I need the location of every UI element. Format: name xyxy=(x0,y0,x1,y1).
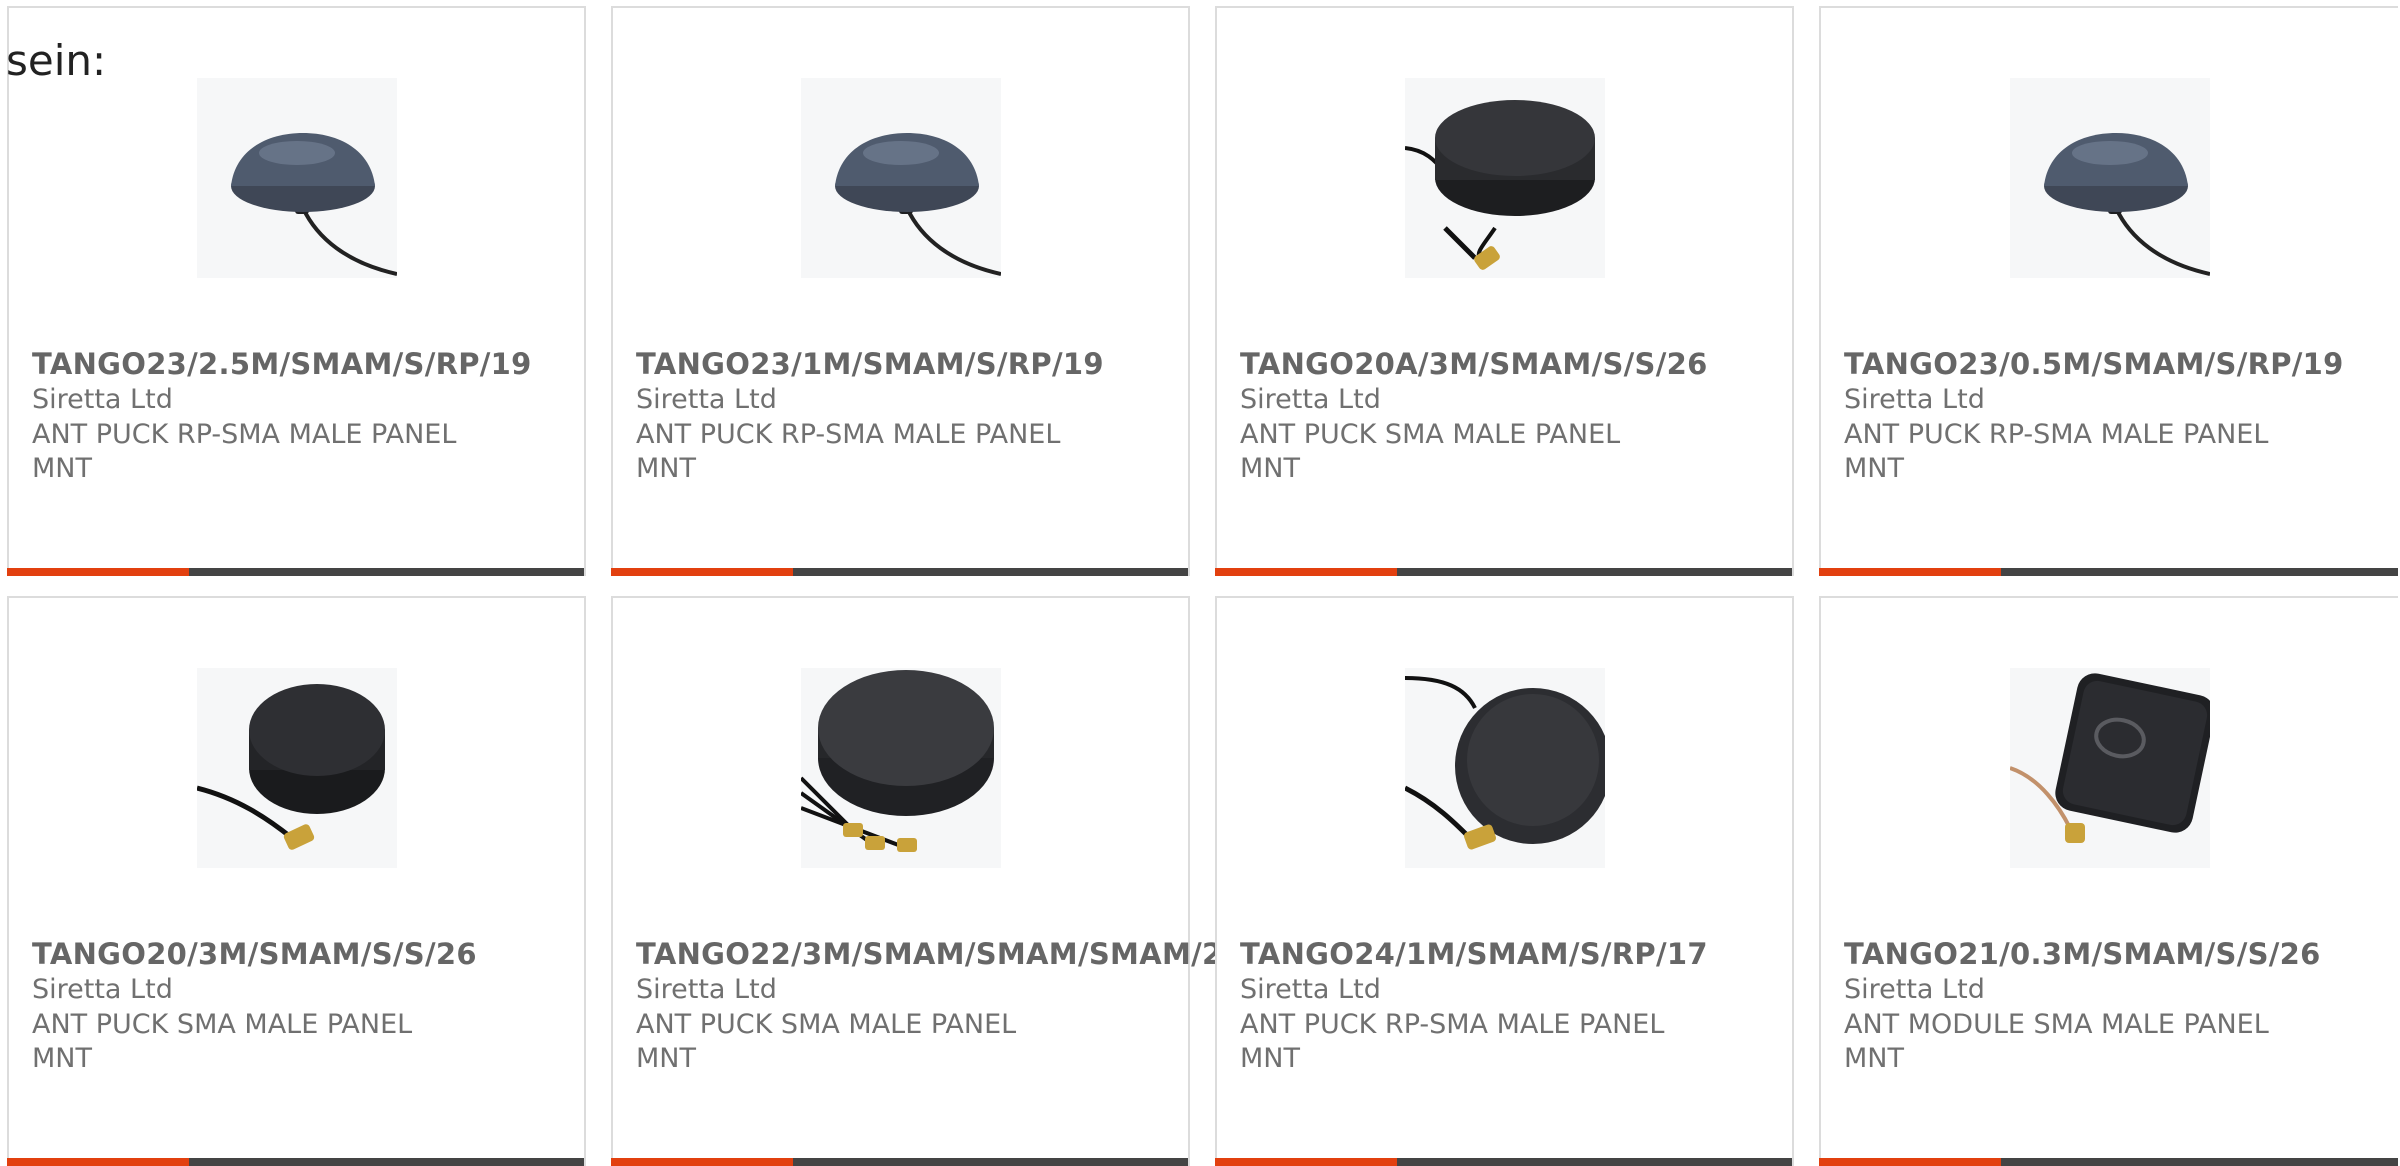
puck-antenna-sma-icon xyxy=(1404,78,1605,278)
part-number[interactable]: TANGO20A/3M/SMAM/S/S/26 xyxy=(1240,347,1708,381)
card-accent-bar xyxy=(1215,1158,1397,1166)
manufacturer: Siretta Ltd xyxy=(636,974,777,1005)
intro-text: sein: xyxy=(6,36,107,85)
product-card[interactable]: TANGO23/2.5M/SMAM/S/RP/19 Siretta Ltd AN… xyxy=(7,6,586,576)
product-description: ANT MODULE SMA MALE PANEL MNT xyxy=(1844,1009,2269,1074)
dome-antenna-cable-icon xyxy=(196,78,397,278)
card-footer-bar xyxy=(1819,1158,2398,1166)
product-grid: TANGO23/2.5M/SMAM/S/RP/19 Siretta Ltd AN… xyxy=(7,6,2400,1166)
product-description: ANT PUCK RP-SMA MALE PANEL MNT xyxy=(32,419,457,484)
puck-antenna-sma-icon xyxy=(196,668,397,868)
part-number[interactable]: TANGO23/2.5M/SMAM/S/RP/19 xyxy=(32,347,532,381)
manufacturer: Siretta Ltd xyxy=(1240,384,1381,415)
manufacturer: Siretta Ltd xyxy=(1240,974,1381,1005)
card-accent-bar xyxy=(7,568,189,576)
part-number[interactable]: TANGO20/3M/SMAM/S/S/26 xyxy=(32,937,477,971)
puck-antenna-triple-sma-icon xyxy=(800,668,1001,868)
product-description: ANT PUCK RP-SMA MALE PANEL MNT xyxy=(636,419,1061,484)
product-description: ANT PUCK SMA MALE PANEL MNT xyxy=(32,1009,413,1074)
card-accent-bar xyxy=(7,1158,189,1166)
product-card[interactable]: TANGO21/0.3M/SMAM/S/S/26 Siretta Ltd ANT… xyxy=(1819,596,2398,1166)
card-footer-bar xyxy=(1819,568,2398,576)
card-footer-bar xyxy=(611,1158,1188,1166)
product-description: ANT PUCK RP-SMA MALE PANEL MNT xyxy=(1844,419,2269,484)
product-card[interactable]: TANGO20/3M/SMAM/S/S/26 Siretta Ltd ANT P… xyxy=(7,596,586,1166)
product-card[interactable]: TANGO23/1M/SMAM/S/RP/19 Siretta Ltd ANT … xyxy=(611,6,1190,576)
card-accent-bar xyxy=(1819,1158,2001,1166)
part-number[interactable]: TANGO22/3M/SMAM/SMAM/SMAM/26 xyxy=(636,937,1243,971)
manufacturer: Siretta Ltd xyxy=(32,974,173,1005)
card-footer-bar xyxy=(1215,568,1792,576)
manufacturer: Siretta Ltd xyxy=(32,384,173,415)
card-footer-bar xyxy=(7,1158,584,1166)
manufacturer: Siretta Ltd xyxy=(636,384,777,415)
part-number[interactable]: TANGO23/0.5M/SMAM/S/RP/19 xyxy=(1844,347,2344,381)
part-number[interactable]: TANGO21/0.3M/SMAM/S/S/26 xyxy=(1844,937,2321,971)
card-footer-bar xyxy=(611,568,1188,576)
card-accent-bar xyxy=(1215,568,1397,576)
card-footer-bar xyxy=(7,568,584,576)
product-description: ANT PUCK SMA MALE PANEL MNT xyxy=(1240,419,1621,484)
product-card[interactable]: TANGO20A/3M/SMAM/S/S/26 Siretta Ltd ANT … xyxy=(1215,6,1794,576)
dome-antenna-cable-icon xyxy=(800,78,1001,278)
manufacturer: Siretta Ltd xyxy=(1844,974,1985,1005)
card-footer-bar xyxy=(1215,1158,1792,1166)
card-accent-bar xyxy=(1819,568,2001,576)
product-card[interactable]: TANGO23/0.5M/SMAM/S/RP/19 Siretta Ltd AN… xyxy=(1819,6,2398,576)
product-description: ANT PUCK SMA MALE PANEL MNT xyxy=(636,1009,1017,1074)
product-card[interactable]: TANGO22/3M/SMAM/SMAM/SMAM/26 Siretta Ltd… xyxy=(611,596,1243,1166)
card-accent-bar xyxy=(611,1158,793,1166)
part-number[interactable]: TANGO24/1M/SMAM/S/RP/17 xyxy=(1240,937,1708,971)
part-number[interactable]: TANGO23/1M/SMAM/S/RP/19 xyxy=(636,347,1104,381)
gps-module-antenna-icon xyxy=(2009,668,2210,868)
product-card[interactable]: TANGO24/1M/SMAM/S/RP/17 Siretta Ltd ANT … xyxy=(1215,596,1794,1166)
round-antenna-sma-icon xyxy=(1404,668,1605,868)
card-accent-bar xyxy=(611,568,793,576)
product-description: ANT PUCK RP-SMA MALE PANEL MNT xyxy=(1240,1009,1665,1074)
dome-antenna-cable-icon xyxy=(2009,78,2210,278)
manufacturer: Siretta Ltd xyxy=(1844,384,1985,415)
